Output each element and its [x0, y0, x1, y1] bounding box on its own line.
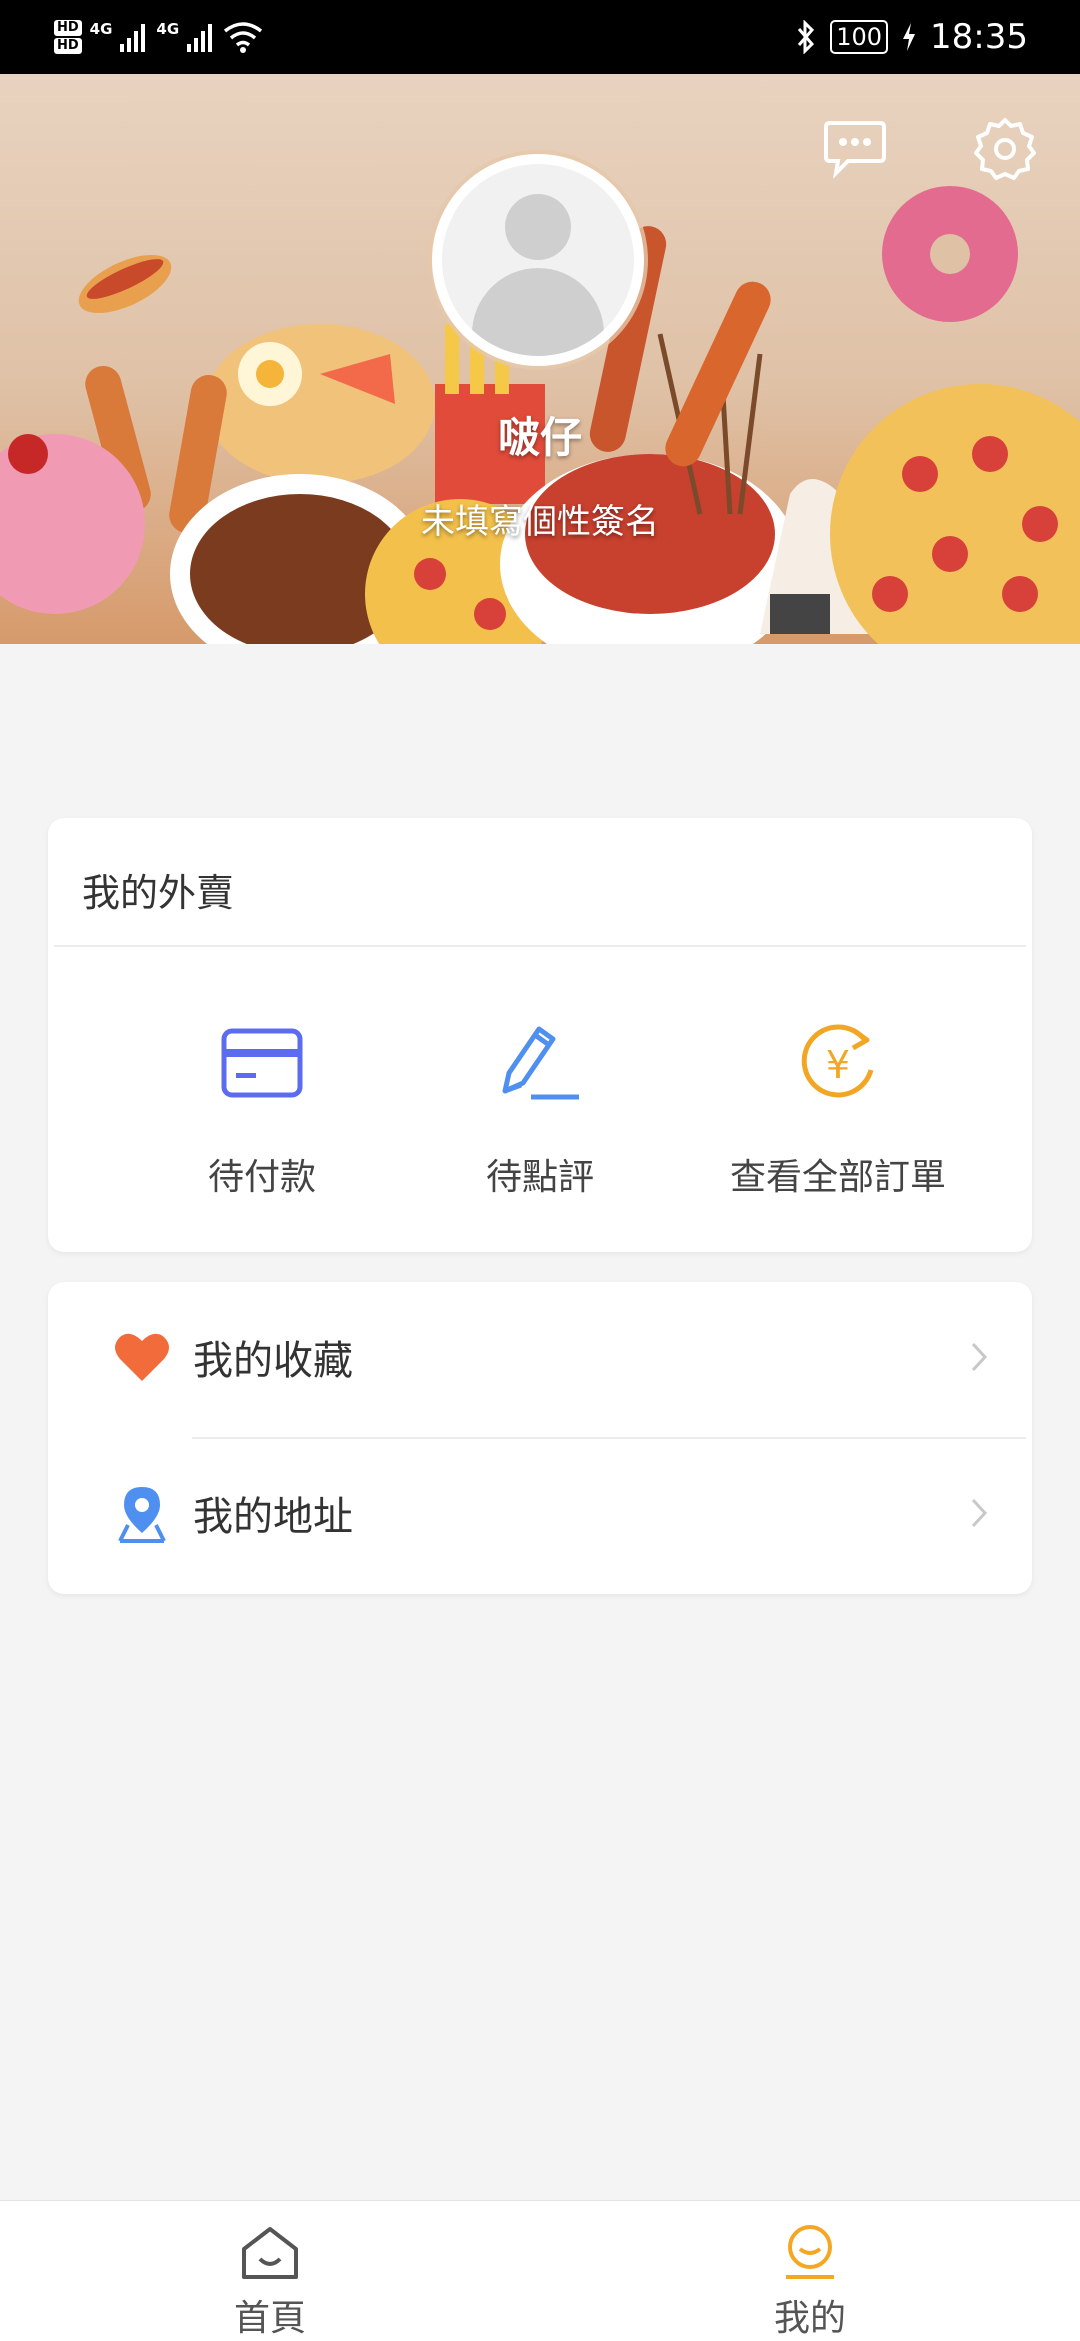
pending-payment-label: 待付款	[207, 1157, 316, 1198]
pen-icon	[502, 1026, 579, 1100]
signature[interactable]: 未填寫個性簽名	[0, 494, 1080, 543]
chevron-right-icon	[964, 1337, 994, 1377]
sim-indicators: HD HD	[54, 19, 82, 55]
message-button[interactable]	[820, 114, 890, 184]
profile-icon	[786, 2225, 834, 2279]
nickname[interactable]: 啵仔	[0, 404, 1080, 465]
divider	[54, 945, 1026, 947]
orders-title: 我的外賣	[82, 871, 235, 915]
network2-label: 4G	[156, 20, 180, 38]
svg-text:¥: ¥	[826, 1043, 850, 1087]
sim1-badge: HD	[54, 20, 82, 36]
menu-item-address[interactable]: 我的地址	[48, 1438, 1032, 1588]
tab-mine[interactable]: 我的	[680, 2201, 940, 2341]
signal-icon	[187, 24, 213, 52]
pending-payment-button[interactable]: 待付款	[112, 1018, 412, 1200]
avatar-placeholder	[442, 164, 634, 356]
charging-icon	[903, 23, 916, 51]
settings-icon	[974, 118, 1036, 180]
status-left: HD HD 4G 4G	[54, 14, 263, 60]
pending-review-button[interactable]: 待點評	[390, 1018, 690, 1200]
heart-icon	[110, 1325, 174, 1389]
avatar[interactable]	[432, 154, 644, 366]
tab-home[interactable]: 首頁	[140, 2201, 400, 2341]
chevron-right-icon	[964, 1493, 994, 1533]
bluetooth-icon	[798, 20, 815, 54]
tab-mine-label: 我的	[773, 2298, 846, 2339]
signal-icon	[120, 24, 146, 52]
tab-bar: 首頁 我的	[0, 2200, 1080, 2341]
network1-label: 4G	[89, 20, 113, 38]
sim2-badge: HD	[54, 38, 82, 54]
yen-refresh-icon: ¥	[801, 1024, 874, 1098]
tab-home-label: 首頁	[233, 2298, 306, 2339]
clock: 18:35	[930, 17, 1028, 57]
status-right: 100 18:35	[796, 12, 1028, 62]
orders-card: 我的外賣 待付款 待點評 ¥ 查看全部訂單	[48, 818, 1032, 1252]
profile-header: 啵仔 未填寫個性簽名	[0, 74, 1080, 644]
all-orders-label: 查看全部訂單	[729, 1157, 946, 1198]
menu-card: 我的收藏 我的地址	[48, 1282, 1032, 1594]
menu-item-label: 我的收藏	[193, 1338, 353, 1384]
wifi-icon	[224, 22, 263, 53]
menu-item-label: 我的地址	[193, 1494, 353, 1540]
status-bar: HD HD 4G 4G 100 18:35	[0, 0, 1080, 74]
home-icon	[242, 2227, 298, 2279]
battery-level: 100	[830, 20, 889, 54]
message-icon	[824, 121, 886, 179]
avatar-head	[505, 194, 571, 260]
all-orders-button[interactable]: ¥ 查看全部訂單	[688, 1018, 988, 1200]
location-icon	[110, 1481, 174, 1545]
settings-button[interactable]	[970, 114, 1040, 184]
card-icon	[221, 1028, 303, 1098]
avatar-body	[472, 268, 604, 356]
pending-review-label: 待點評	[485, 1157, 594, 1198]
menu-item-favorites[interactable]: 我的收藏	[48, 1282, 1032, 1432]
